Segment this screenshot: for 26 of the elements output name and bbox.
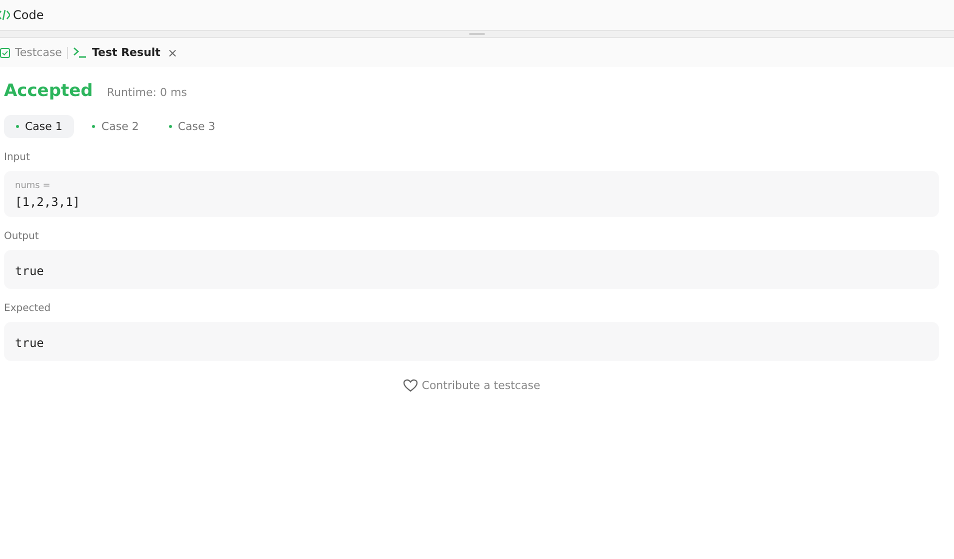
terminal-icon (72, 47, 87, 58)
dot-icon (168, 125, 172, 128)
case-tab[interactable]: Case 3 (156, 115, 228, 138)
dot-icon (16, 125, 19, 128)
close-button[interactable]: × (165, 46, 180, 60)
resize-bar[interactable] (0, 30, 954, 38)
section-label: Input (4, 152, 31, 163)
heart-icon (402, 379, 418, 392)
panel-tab[interactable]: Testcase (0, 46, 62, 59)
panel-title: Code (13, 8, 44, 22)
expected-value: true (15, 336, 44, 350)
section-label: Output (4, 231, 40, 242)
case-tab[interactable]: Case 1 (4, 115, 74, 138)
code-icon (0, 9, 10, 21)
runtime-text: Runtime: 0 ms (106, 86, 187, 99)
case-tab[interactable]: Case 2 (80, 115, 151, 138)
variable-name: nums = (15, 181, 52, 191)
checkbox-icon (0, 48, 10, 58)
output-value: true (15, 264, 44, 278)
variable-value: [1,2,3,1] (15, 195, 82, 209)
result-status: Accepted (4, 81, 93, 101)
resize-handle[interactable] (469, 33, 485, 35)
section-label: Expected (4, 303, 52, 314)
panel-tab[interactable]: Test Result (72, 46, 160, 59)
contribute-link[interactable]: Contribute a testcase (402, 379, 540, 392)
dot-icon (92, 125, 96, 128)
